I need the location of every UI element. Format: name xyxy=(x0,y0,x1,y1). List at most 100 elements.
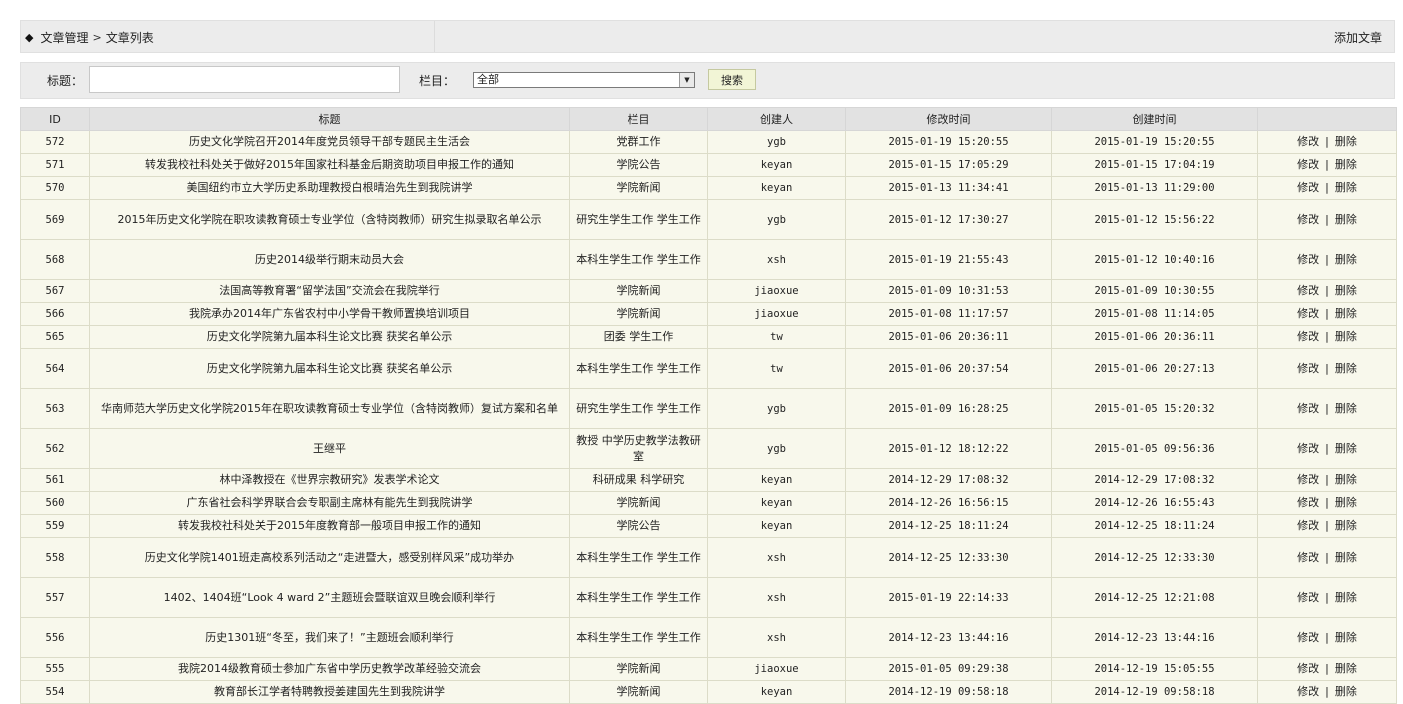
edit-link[interactable]: 修改 xyxy=(1297,330,1319,343)
edit-link[interactable]: 修改 xyxy=(1297,213,1319,226)
delete-link[interactable]: 删除 xyxy=(1335,181,1357,194)
cell-id: 554 xyxy=(20,680,90,704)
edit-link[interactable]: 修改 xyxy=(1297,253,1319,266)
delete-link[interactable]: 删除 xyxy=(1335,158,1357,171)
category-select[interactable]: 全部 ▼ xyxy=(473,72,695,88)
breadcrumb-root[interactable]: 文章管理 xyxy=(40,29,88,46)
delete-link[interactable]: 删除 xyxy=(1335,135,1357,148)
cell-actions: 修改 | 删除 xyxy=(1257,617,1397,658)
delete-link[interactable]: 删除 xyxy=(1335,442,1357,455)
cell-id: 568 xyxy=(20,239,90,280)
header-title: 标题 xyxy=(89,107,570,131)
cell-created: 2015-01-12 10:40:16 xyxy=(1051,239,1258,280)
cell-actions: 修改 | 删除 xyxy=(1257,491,1397,515)
action-separator: | xyxy=(1325,158,1329,171)
edit-link[interactable]: 修改 xyxy=(1297,402,1319,415)
cell-category: 科研成果 科学研究 xyxy=(569,468,708,492)
title-label: 标题： xyxy=(47,74,84,88)
cell-title: 历史1301班“冬至，我们来了！”主题班会顺利举行 xyxy=(89,617,570,658)
edit-link[interactable]: 修改 xyxy=(1297,158,1319,171)
table-header-row: ID 标题 栏目 创建人 修改时间 创建时间 xyxy=(20,107,1397,131)
edit-link[interactable]: 修改 xyxy=(1297,631,1319,644)
edit-link[interactable]: 修改 xyxy=(1297,307,1319,320)
action-separator: | xyxy=(1325,284,1329,297)
delete-link[interactable]: 删除 xyxy=(1335,253,1357,266)
delete-link[interactable]: 删除 xyxy=(1335,307,1357,320)
delete-link[interactable]: 删除 xyxy=(1335,496,1357,509)
edit-link[interactable]: 修改 xyxy=(1297,473,1319,486)
table-row: 566 我院承办2014年广东省农村中小学骨干教师置换培训项目 学院新闻 jiaoxu… xyxy=(20,302,1397,326)
edit-link[interactable]: 修改 xyxy=(1297,591,1319,604)
cell-created: 2015-01-15 17:04:19 xyxy=(1051,153,1258,177)
breadcrumb-current: 文章列表 xyxy=(105,31,154,45)
cell-id: 566 xyxy=(20,302,90,326)
delete-link[interactable]: 删除 xyxy=(1335,473,1357,486)
delete-link[interactable]: 删除 xyxy=(1335,519,1357,532)
table-row: 570 美国纽约市立大学历史系助理教授白根晴治先生到我院讲学 学院新闻 keyan 20… xyxy=(20,176,1397,200)
cell-creator: ygb xyxy=(707,388,846,429)
cell-title: 美国纽约市立大学历史系助理教授白根晴治先生到我院讲学 xyxy=(89,176,570,200)
cell-title: 1402、1404班“Look 4 ward 2”主题班会暨联谊双旦晚会顺利举行 xyxy=(89,577,570,618)
edit-link[interactable]: 修改 xyxy=(1297,685,1319,698)
delete-link[interactable]: 删除 xyxy=(1335,362,1357,375)
table-row: 571 转发我校社科处关于做好2015年国家社科基金后期资助项目申报工作的通知 学院… xyxy=(20,153,1397,177)
cell-modified: 2015-01-09 10:31:53 xyxy=(845,279,1052,303)
cell-actions: 修改 | 删除 xyxy=(1257,302,1397,326)
search-button[interactable]: 搜索 xyxy=(708,69,756,90)
cell-id: 555 xyxy=(20,657,90,681)
title-search-input[interactable] xyxy=(89,66,400,93)
cell-category: 党群工作 xyxy=(569,130,708,154)
table-row: 567 法国高等教育署“留学法国”交流会在我院举行 学院新闻 jiaoxue 2015-… xyxy=(20,279,1397,303)
cell-id: 570 xyxy=(20,176,90,200)
edit-link[interactable]: 修改 xyxy=(1297,442,1319,455)
delete-link[interactable]: 删除 xyxy=(1335,551,1357,564)
add-article-link[interactable]: 添加文章 xyxy=(1334,29,1382,46)
cell-created: 2014-12-25 12:21:08 xyxy=(1051,577,1258,618)
cell-id: 572 xyxy=(20,130,90,154)
edit-link[interactable]: 修改 xyxy=(1297,181,1319,194)
dropdown-arrow-icon[interactable]: ▼ xyxy=(679,73,694,87)
cell-title: 转发我校社科处关于2015年度教育部一般项目申报工作的通知 xyxy=(89,514,570,538)
edit-link[interactable]: 修改 xyxy=(1297,519,1319,532)
delete-link[interactable]: 删除 xyxy=(1335,685,1357,698)
cell-modified: 2015-01-19 22:14:33 xyxy=(845,577,1052,618)
chevron-right-icon: > xyxy=(92,31,102,44)
edit-link[interactable]: 修改 xyxy=(1297,662,1319,675)
cell-actions: 修改 | 删除 xyxy=(1257,348,1397,389)
delete-link[interactable]: 删除 xyxy=(1335,662,1357,675)
delete-link[interactable]: 删除 xyxy=(1335,284,1357,297)
cell-creator: keyan xyxy=(707,468,846,492)
cell-title: 历史文化学院第九届本科生论文比赛 获奖名单公示 xyxy=(89,348,570,389)
edit-link[interactable]: 修改 xyxy=(1297,284,1319,297)
delete-link[interactable]: 删除 xyxy=(1335,213,1357,226)
edit-link[interactable]: 修改 xyxy=(1297,135,1319,148)
cell-title: 华南师范大学历史文化学院2015年在职攻读教育硕士专业学位（含特岗教师）复试方案… xyxy=(89,388,570,429)
action-separator: | xyxy=(1325,307,1329,320)
cell-modified: 2015-01-06 20:37:54 xyxy=(845,348,1052,389)
delete-link[interactable]: 删除 xyxy=(1335,402,1357,415)
action-separator: | xyxy=(1325,212,1329,226)
table-row: 572 历史文化学院召开2014年度党员领导干部专题民主生活会 党群工作 ygb 201… xyxy=(20,130,1397,154)
cell-actions: 修改 | 删除 xyxy=(1257,199,1397,240)
table-row: 557 1402、1404班“Look 4 ward 2”主题班会暨联谊双旦晚会顺… xyxy=(20,577,1397,618)
delete-link[interactable]: 删除 xyxy=(1335,591,1357,604)
action-separator: | xyxy=(1325,662,1329,675)
cell-modified: 2015-01-13 11:34:41 xyxy=(845,176,1052,200)
cell-modified: 2014-12-29 17:08:32 xyxy=(845,468,1052,492)
delete-link[interactable]: 删除 xyxy=(1335,330,1357,343)
edit-link[interactable]: 修改 xyxy=(1297,362,1319,375)
cell-id: 567 xyxy=(20,279,90,303)
action-separator: | xyxy=(1325,252,1329,266)
cell-creator: jiaoxue xyxy=(707,302,846,326)
cell-created: 2015-01-06 20:27:13 xyxy=(1051,348,1258,389)
edit-link[interactable]: 修改 xyxy=(1297,551,1319,564)
edit-link[interactable]: 修改 xyxy=(1297,496,1319,509)
action-separator: | xyxy=(1325,473,1329,486)
cell-modified: 2015-01-12 18:12:22 xyxy=(845,428,1052,469)
delete-link[interactable]: 删除 xyxy=(1335,631,1357,644)
cell-category: 本科生学生工作 学生工作 xyxy=(569,537,708,578)
cell-created: 2014-12-19 09:58:18 xyxy=(1051,680,1258,704)
cell-modified: 2014-12-23 13:44:16 xyxy=(845,617,1052,658)
table-row: 564 历史文化学院第九届本科生论文比赛 获奖名单公示 本科生学生工作 学生工作 tw… xyxy=(20,348,1397,389)
cell-title: 历史文化学院第九届本科生论文比赛 获奖名单公示 xyxy=(89,325,570,349)
